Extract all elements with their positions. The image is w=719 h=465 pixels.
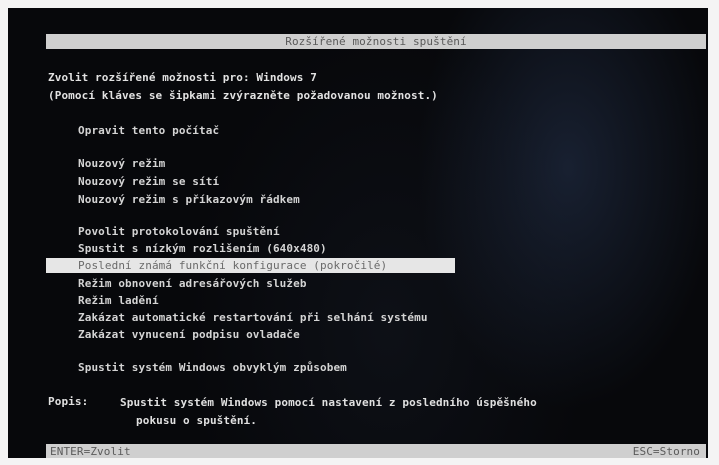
option-safe-mode-networking[interactable]: Nouzový režim se sítí <box>78 174 219 189</box>
option-safe-mode[interactable]: Nouzový režim <box>78 156 165 171</box>
option-start-windows-normally[interactable]: Spustit systém Windows obvyklým způsobem <box>78 360 347 375</box>
option-directory-services-restore[interactable]: Režim obnovení adresářových služeb <box>78 276 307 291</box>
option-safe-mode-command-prompt[interactable]: Nouzový režim s příkazovým řádkem <box>78 192 300 207</box>
boot-screen: Rozšířené možnosti spuštění Zvolit rozší… <box>8 8 708 458</box>
option-disable-auto-restart[interactable]: Zakázat automatické restartování při sel… <box>78 310 428 325</box>
description-label: Popis: <box>48 395 89 408</box>
footer-bar: ENTER=Zvolit ESC=Storno <box>46 444 706 458</box>
title-bar: Rozšířené možnosti spuštění <box>46 34 706 49</box>
option-low-resolution[interactable]: Spustit s nízkým rozlišením (640x480) <box>78 241 327 256</box>
intro-os-name: Windows 7 <box>256 71 317 84</box>
enter-select-hint[interactable]: ENTER=Zvolit <box>50 444 131 458</box>
monitor-frame: Rozšířené možnosti spuštění Zvolit rozší… <box>0 0 719 465</box>
option-last-known-good-selected[interactable]: Poslední známá funkční konfigurace (pokr… <box>46 258 455 273</box>
page-title: Rozšířené možnosti spuštění <box>285 35 467 48</box>
description-line-1: Spustit systém Windows pomocí nastavení … <box>120 396 537 409</box>
option-boot-logging[interactable]: Povolit protokolování spuštění <box>78 224 280 239</box>
intro-line-2: (Pomocí kláves se šipkami zvýrazněte pož… <box>48 89 438 102</box>
esc-cancel-hint[interactable]: ESC=Storno <box>633 444 700 458</box>
description-line-2: pokusu o spuštění. <box>136 414 258 427</box>
intro-line-1: Zvolit rozšířené možnosti pro: Windows 7 <box>48 70 317 85</box>
intro-prefix: Zvolit rozšířené možnosti pro: <box>48 71 250 84</box>
description-text: Spustit systém Windows pomocí nastavení … <box>120 394 680 430</box>
option-disable-driver-signature[interactable]: Zakázat vynucení podpisu ovladače <box>78 327 300 342</box>
option-debugging-mode[interactable]: Režim ladění <box>78 293 159 308</box>
option-repair-computer[interactable]: Opravit tento počítač <box>78 123 219 138</box>
